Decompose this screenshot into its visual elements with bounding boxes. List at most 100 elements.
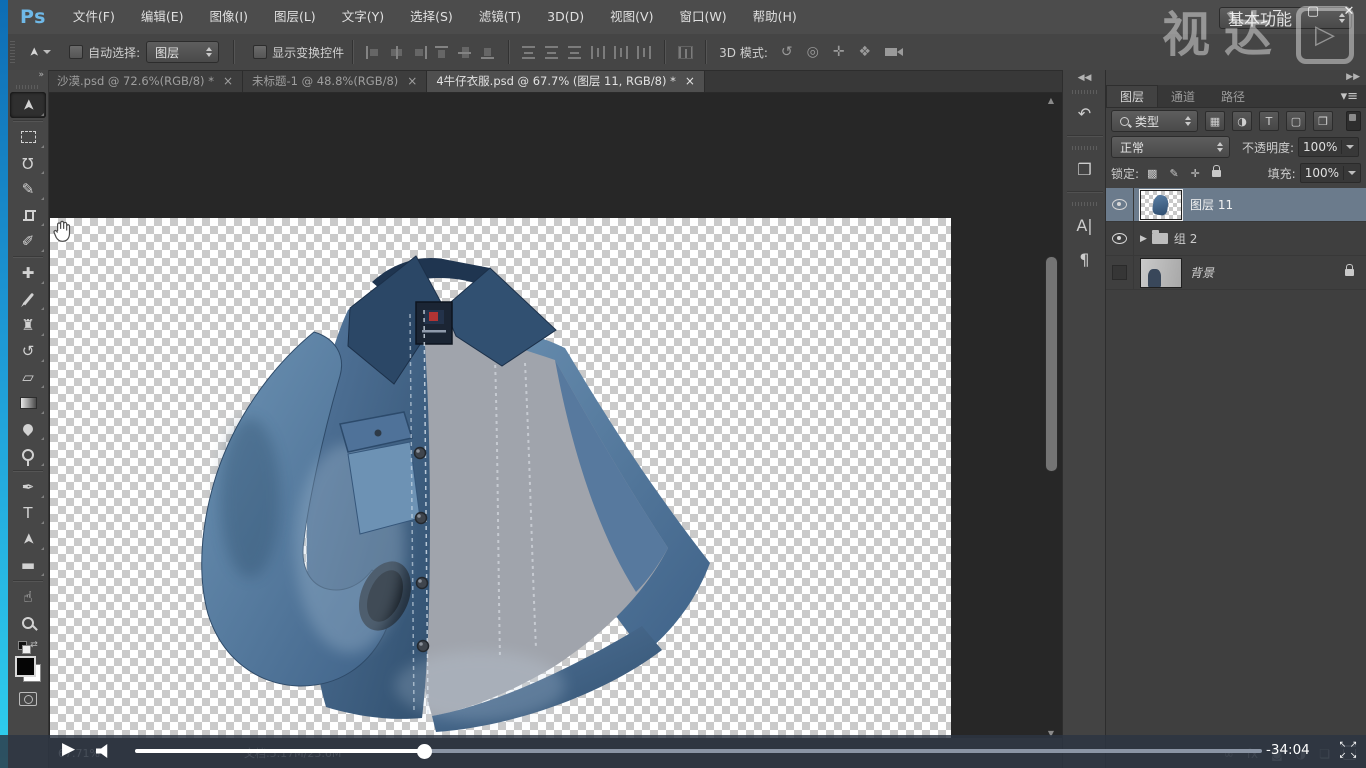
scrollbar-thumb[interactable]: [1045, 256, 1058, 472]
show-transform-checkbox[interactable]: [253, 45, 267, 59]
character-panel-icon[interactable]: A|: [1068, 210, 1102, 240]
minimize-button[interactable]: ─: [1266, 2, 1288, 22]
tool-lasso[interactable]: Ω: [10, 150, 46, 176]
fullscreen-icon[interactable]: ↖↗↙↘: [1337, 740, 1359, 762]
3d-camera-icon[interactable]: [885, 48, 897, 56]
tool-eyedropper[interactable]: ✐: [10, 228, 46, 254]
lock-all-icon[interactable]: [1212, 170, 1221, 177]
tab-close-icon[interactable]: ×: [407, 74, 417, 88]
lock-pixels-icon[interactable]: ✎: [1169, 167, 1178, 180]
align-top-edges-icon[interactable]: [435, 46, 450, 59]
tab-close-icon[interactable]: ×: [223, 74, 233, 88]
options-grip[interactable]: [10, 41, 15, 63]
canvas-area[interactable]: ▲ ▼ 67.71% 文档:5.17M/23.6M: [48, 92, 1062, 768]
menu-help[interactable]: 帮助(H): [740, 0, 810, 34]
align-vertical-centers-icon[interactable]: [458, 46, 473, 59]
canvas-vertical-scrollbar[interactable]: ▲ ▼: [1044, 96, 1058, 738]
auto-align-layers-icon[interactable]: [678, 46, 693, 59]
blend-mode-select[interactable]: 正常: [1111, 136, 1230, 158]
tool-path-select[interactable]: ➤: [10, 526, 46, 552]
tab-document-3-active[interactable]: 4牛仔衣服.psd @ 67.7% (图层 11, RGB/8) * ×: [427, 70, 705, 92]
layer-row-group[interactable]: ▶ 组 2: [1106, 222, 1366, 256]
menu-image[interactable]: 图像(I): [197, 0, 261, 34]
tab-document-2[interactable]: 未标题-1 @ 48.8%(RGB/8) ×: [243, 70, 427, 92]
layer-row-background[interactable]: 背景: [1106, 256, 1366, 290]
menu-layer[interactable]: 图层(L): [261, 0, 329, 34]
quick-mask-button[interactable]: [19, 692, 37, 706]
filter-type-select[interactable]: 类型: [1111, 110, 1198, 132]
filter-shape-layers-icon[interactable]: ▢: [1286, 111, 1306, 131]
chevron-down-icon[interactable]: [1348, 171, 1356, 175]
tool-quick-select[interactable]: ✎: [10, 176, 46, 202]
3d-roll-icon[interactable]: ◎: [807, 44, 819, 60]
tool-spot-healing[interactable]: ✚: [10, 260, 46, 286]
tab-paths[interactable]: 路径: [1208, 85, 1258, 107]
scroll-up-icon[interactable]: ▲: [1044, 96, 1058, 105]
filter-pixel-layers-icon[interactable]: ▦: [1205, 111, 1225, 131]
distribute-left-icon[interactable]: [591, 46, 606, 59]
layer-name[interactable]: 背景: [1190, 264, 1214, 281]
panels-collapse-button[interactable]: ◀◀: [1063, 70, 1106, 86]
progress-handle[interactable]: [417, 744, 432, 759]
toolbar-grip[interactable]: [16, 85, 40, 89]
tool-preset-picker[interactable]: ➤: [21, 45, 59, 59]
align-horizontal-centers-icon[interactable]: [389, 46, 404, 59]
tool-eraser[interactable]: ▱: [10, 364, 46, 390]
opacity-input[interactable]: 100%: [1298, 137, 1359, 157]
layer-thumbnail[interactable]: [1140, 258, 1182, 288]
play-button[interactable]: ▶: [62, 739, 75, 759]
tool-dodge[interactable]: [10, 442, 46, 468]
distribute-horizontal-icon[interactable]: [614, 46, 629, 59]
fill-input[interactable]: 100%: [1300, 163, 1361, 183]
panel-expand-button[interactable]: ▶▶: [1106, 70, 1366, 85]
tab-close-icon[interactable]: ×: [685, 74, 695, 88]
toolbar-collapse[interactable]: »: [8, 70, 48, 84]
lock-transparent-icon[interactable]: ▩: [1147, 167, 1157, 180]
distribute-top-icon[interactable]: [522, 46, 537, 59]
3d-panel-icon[interactable]: ❒: [1068, 154, 1102, 184]
paragraph-panel-icon[interactable]: ¶: [1068, 244, 1102, 274]
tool-brush[interactable]: [10, 286, 46, 312]
align-bottom-edges-icon[interactable]: [481, 46, 496, 59]
group-expand-icon[interactable]: ▶: [1140, 234, 1147, 244]
menu-3d[interactable]: 3D(D): [534, 0, 597, 34]
menu-type[interactable]: 文字(Y): [329, 0, 397, 34]
layer-name[interactable]: 图层 11: [1190, 196, 1233, 213]
align-right-edges-icon[interactable]: [412, 46, 427, 59]
panel-grip[interactable]: [1072, 90, 1098, 94]
tool-pen[interactable]: ✒: [10, 474, 46, 500]
panel-grip[interactable]: [1072, 202, 1098, 206]
filter-smart-objects-icon[interactable]: ❐: [1313, 111, 1333, 131]
panel-grip[interactable]: [1072, 146, 1098, 150]
swap-colors-icon[interactable]: ⇄: [30, 640, 38, 650]
tool-move[interactable]: ➤: [10, 92, 46, 118]
3d-rotate-icon[interactable]: ↺: [781, 44, 793, 60]
tab-channels[interactable]: 通道: [1158, 85, 1208, 107]
menu-view[interactable]: 视图(V): [597, 0, 666, 34]
progress-remaining[interactable]: [425, 749, 1262, 753]
menu-file[interactable]: 文件(F): [60, 0, 128, 34]
close-button[interactable]: ✕: [1338, 2, 1360, 22]
tool-history-brush[interactable]: ↺: [10, 338, 46, 364]
distribute-vertical-icon[interactable]: [545, 46, 560, 59]
filter-adjustment-layers-icon[interactable]: ◑: [1232, 111, 1252, 131]
tool-type[interactable]: T: [10, 500, 46, 526]
filter-type-layers-icon[interactable]: T: [1259, 111, 1279, 131]
layer-thumbnail[interactable]: [1140, 190, 1182, 220]
tool-gradient[interactable]: [10, 390, 46, 416]
distribute-right-icon[interactable]: [637, 46, 652, 59]
tool-zoom[interactable]: [10, 610, 46, 636]
tool-shape[interactable]: ▬: [10, 552, 46, 578]
tool-blur[interactable]: [10, 416, 46, 442]
visibility-cell[interactable]: [1106, 222, 1134, 255]
tool-rect-marquee[interactable]: [10, 124, 46, 150]
menu-window[interactable]: 窗口(W): [666, 0, 739, 34]
tab-document-1[interactable]: 沙漠.psd @ 72.6%(RGB/8) * ×: [48, 70, 243, 92]
chevron-down-icon[interactable]: [1346, 145, 1354, 149]
align-left-edges-icon[interactable]: [366, 46, 381, 59]
filter-toggle-switch[interactable]: [1346, 111, 1361, 131]
tab-layers[interactable]: 图层: [1106, 85, 1158, 107]
maximize-button[interactable]: ▢: [1302, 2, 1324, 22]
menu-filter[interactable]: 滤镜(T): [466, 0, 534, 34]
tool-clone-stamp[interactable]: ♜: [10, 312, 46, 338]
